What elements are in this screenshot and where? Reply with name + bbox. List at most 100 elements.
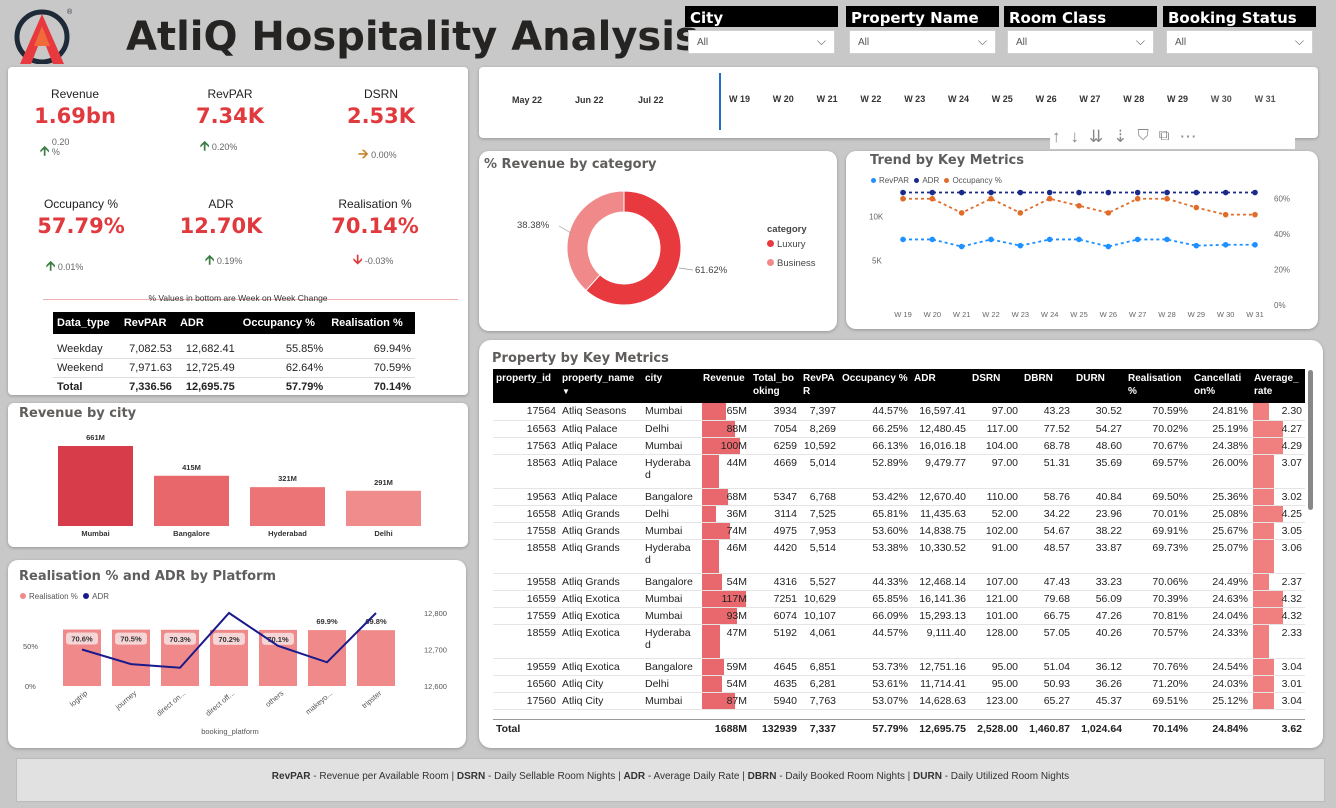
arrow-right-icon: 🡪 [358,146,369,161]
table-cell: 4,061 [800,624,839,659]
sort-desc-icon[interactable]: ↓ [1071,127,1080,149]
timeline-week[interactable]: W 19 [729,94,750,104]
table-cell: Atliq Grands [559,539,642,574]
table-cell: Atliq Seasons [559,403,642,421]
table-row[interactable]: 16560 Atliq City Delhi 54M 4635 6,281 53.61% 11… [493,675,1305,693]
table-row[interactable]: 18563 Atliq Palace Hyderaba d 44M 4669 5,014 5… [493,454,1305,489]
timeline-week[interactable]: W 26 [1036,94,1057,104]
booking-status-slicer[interactable]: Booking Status All ⌵ [1163,6,1316,54]
table-row[interactable]: 19563 Atliq Palace Bangalore 68M 5347 6,768 53… [493,488,1305,506]
timeline-week[interactable]: W 20 [773,94,794,104]
table-cell: 44.33% [839,573,911,591]
dt-header[interactable]: Occupancy % [238,312,328,334]
table-row[interactable]: 19559 Atliq Exotica Bangalore 59M 4645 6,851 5… [493,658,1305,676]
table-cell: Mumbai [642,607,700,625]
table-cell: 6,281 [800,675,839,693]
drill-icon[interactable]: ⇣ [1113,127,1127,149]
city-slicer[interactable]: City All ⌵ [685,6,838,54]
table-row[interactable]: 17564 Atliq Seasons Mumbai 65M 3934 7,397 44.5… [493,403,1305,421]
column-header[interactable]: Average_ rate [1251,369,1305,403]
dt-header[interactable]: ADR [175,312,239,334]
table-cell: 7,336.56 [129,381,172,393]
x-tick-label: logtrip [68,689,89,709]
cell-text: 3.05 [1281,524,1302,537]
column-header[interactable]: city [642,369,700,403]
column-header[interactable]: DBRN [1021,369,1073,403]
timeline-week[interactable]: W 31 [1255,94,1276,104]
sort-asc-icon[interactable]: ↑ [1052,127,1061,149]
table-row[interactable]: 18559 Atliq Exotica Hyderaba d 47M 5192 4,061… [493,624,1305,659]
table-cell: 71.20% [1125,675,1191,693]
timeline-month[interactable]: May 22 [512,95,542,105]
avg-rate-data-bar [1253,573,1270,590]
room-class-slicer[interactable]: Room Class All ⌵ [1004,6,1157,54]
timeline-week[interactable]: W 29 [1167,94,1188,104]
table-row[interactable]: 16559 Atliq Exotica Mumbai 117M 7251 10,629 65… [493,590,1305,608]
column-header[interactable]: property_name ▼ [559,369,642,403]
table-cell: 9,111.40 [911,624,969,659]
table-cell: 5,527 [800,573,839,591]
column-header[interactable]: DSRN [969,369,1021,403]
data-point [988,189,994,196]
table-row[interactable]: 17559 Atliq Exotica Mumbai 93M 6074 10,107 66.… [493,607,1305,625]
timeline-week[interactable]: W 23 [904,94,925,104]
timeline-week[interactable]: W 25 [992,94,1013,104]
platform-combo-chart[interactable]: 50% 0% 12,800 12,700 12,600 70.6% logtrip 70.5%… [8,560,466,748]
table-cell: Hyderaba d [642,454,700,489]
table-cell: 58.76 [1021,488,1073,506]
table-row[interactable]: 16558 Atliq Grands Delhi 36M 3114 7,525 65.81%… [493,505,1305,523]
timeline-month[interactable]: Jul 22 [638,95,664,105]
more-options-icon[interactable]: ⋯ [1179,127,1196,149]
column-header[interactable]: Total_bo oking [750,369,800,403]
room-class-dropdown[interactable]: All ⌵ [1007,30,1154,54]
table-row[interactable]: 17558 Atliq Grands Mumbai 74M 4975 7,953 53.60… [493,522,1305,540]
cell-text: 3.04 [1281,660,1302,673]
table-row[interactable]: 17560 Atliq City Mumbai 87M 5940 7,763 53.07% 1… [493,692,1305,710]
property-name-slicer[interactable]: Property Name All ⌵ [846,6,999,54]
column-header[interactable]: property_id [493,369,559,403]
table-cell: 3.02 [1251,488,1305,506]
table-row[interactable]: 17563 Atliq Palace Mumbai 100M 6259 10,592 66.… [493,437,1305,455]
timeline-month[interactable]: Jun 22 [575,95,604,105]
data-point [1164,236,1170,243]
table-row[interactable]: 19558 Atliq Grands Bangalore 54M 4316 5,527 44… [493,573,1305,591]
booking-status-dropdown[interactable]: All ⌵ [1166,30,1313,54]
table-row[interactable]: 16563 Atliq Palace Delhi 88M 7054 8,269 66.25%… [493,420,1305,438]
revenue-by-city-chart[interactable]: 661M Mumbai 415M Bangalore 321M Hyderabad 291M… [8,403,468,547]
property-table-wrap[interactable]: property_id property_name ▼ city Revenue Tota… [493,369,1307,719]
table-row[interactable]: 18558 Atliq Grands Hyderaba d 46M 4420 5,514 5… [493,539,1305,574]
column-header[interactable]: ADR [911,369,969,403]
dt-header[interactable]: Data_type [53,312,120,334]
dt-header[interactable]: RevPAR [119,312,176,334]
timeline-week[interactable]: W 21 [817,94,838,104]
column-header[interactable]: Cancellati on% [1191,369,1251,403]
timeline-week[interactable]: W 27 [1079,94,1100,104]
column-header[interactable]: Revenue [700,369,750,403]
column-header[interactable]: RevPA R [800,369,839,403]
city-dropdown[interactable]: All ⌵ [688,30,835,54]
legend-luxury[interactable]: Luxury [767,239,806,250]
timeline-week[interactable]: W 24 [948,94,969,104]
table-cell: 69.91% [1125,522,1191,540]
filter-icon[interactable]: ⛉ [1138,127,1149,149]
timeline-week[interactable]: W 22 [860,94,881,104]
table-cell: 3.04 [1251,692,1305,710]
legend-business[interactable]: Business [767,258,816,269]
timeline-week[interactable]: W 30 [1211,94,1232,104]
table-cell: Atliq Grands [559,522,642,540]
column-header[interactable]: Occupancy % [839,369,911,403]
table-cell: 4.32 [1251,607,1305,625]
dt-header[interactable]: Realisation % [327,312,415,334]
timeline-week[interactable]: W 28 [1123,94,1144,104]
scrollbar[interactable] [1308,370,1313,510]
focus-mode-icon[interactable]: ⧉ [1159,127,1170,149]
property-name-dropdown[interactable]: All ⌵ [849,30,996,54]
expand-all-icon[interactable]: ⇊ [1089,127,1103,149]
table-cell: 66.75 [1021,607,1073,625]
column-header[interactable]: Realisation % [1125,369,1191,403]
trend-line-chart[interactable]: 10K 5K 60% 40% 20% 0% W 19 W 20 W 21 W 22 W 23 W 24… [846,151,1318,329]
avg-rate-data-bar [1253,437,1283,454]
chevron-down-icon: ⌵ [977,34,987,48]
table-cell: Mumbai [642,403,700,421]
column-header[interactable]: DURN [1073,369,1125,403]
